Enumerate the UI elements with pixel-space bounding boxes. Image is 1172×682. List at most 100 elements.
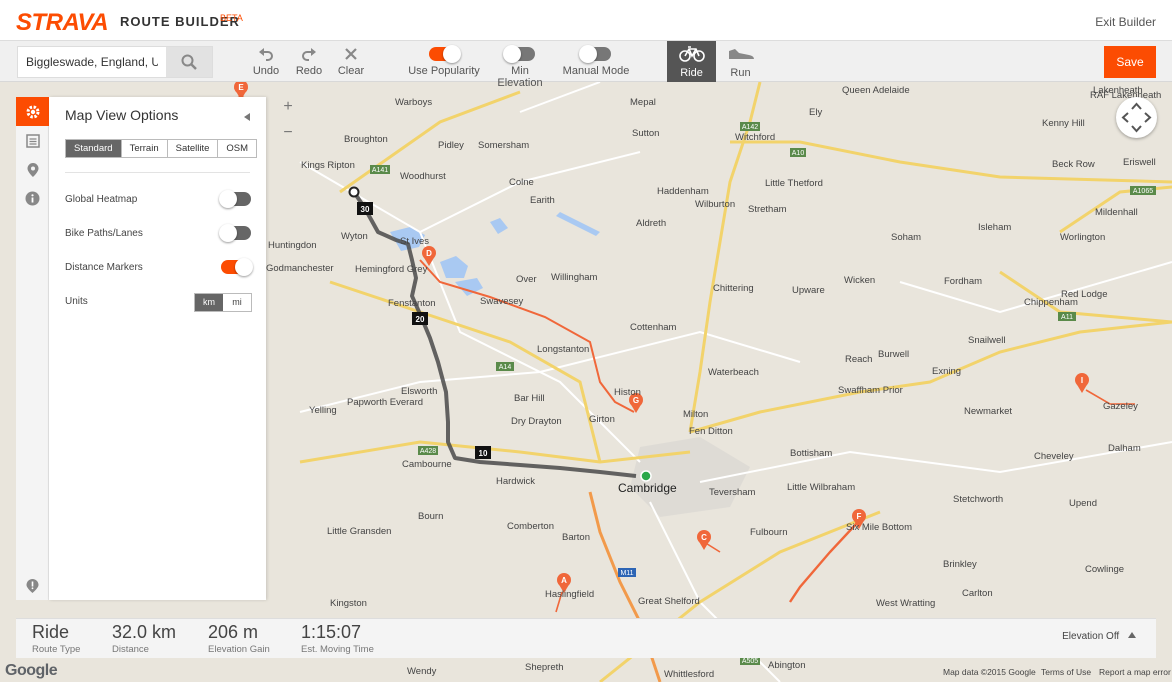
stat-route-type: Ride Route Type	[32, 622, 80, 655]
exit-builder-link[interactable]: Exit Builder	[1095, 15, 1156, 29]
bike-paths-label: Bike Paths/Lanes	[65, 228, 143, 239]
location-pin-icon	[27, 162, 38, 177]
toolbar: Undo Redo Clear Use Popularity Min Eleva…	[0, 41, 1172, 89]
segments-tab[interactable]	[16, 155, 49, 184]
road-label-a11: A11	[1058, 312, 1076, 321]
save-button[interactable]: Save	[1104, 46, 1156, 78]
unit-km[interactable]: km	[195, 294, 223, 311]
report-issue-button[interactable]	[16, 571, 49, 600]
ride-mode-button[interactable]: Ride	[667, 41, 716, 82]
place-label: Cowlinge	[1085, 564, 1125, 575]
place-label: Hemingford Grey	[355, 264, 428, 275]
elevation-toggle-button[interactable]: Elevation Off	[1062, 631, 1136, 642]
place-label: Snailwell	[968, 335, 1006, 346]
place-label: Fen Ditton	[689, 426, 733, 437]
units-selector: km mi	[194, 293, 252, 312]
unit-mi[interactable]: mi	[223, 294, 251, 311]
search-input[interactable]	[18, 47, 166, 77]
map-type-standard[interactable]: Standard	[66, 140, 121, 157]
place-label: Upend	[1069, 498, 1097, 509]
divider	[65, 172, 250, 173]
bike-paths-toggle[interactable]	[219, 224, 251, 242]
list-icon	[25, 133, 40, 148]
city-label: Cambridge	[618, 481, 677, 495]
place-label: Comberton	[507, 521, 554, 532]
run-mode-button[interactable]: Run	[716, 41, 765, 82]
map-type-satellite[interactable]: Satellite	[166, 140, 218, 157]
road-label-m11: M11	[618, 568, 636, 577]
distance-marker-10: 10	[475, 446, 491, 459]
place-label: Kings Ripton	[301, 160, 355, 171]
global-heatmap-toggle[interactable]	[219, 190, 251, 208]
svg-text:A428: A428	[420, 448, 436, 455]
place-label: Little Wilbraham	[787, 482, 856, 493]
svg-text:A: A	[561, 576, 567, 585]
place-label: Papworth Everard	[347, 397, 424, 408]
place-label: Wilburton	[695, 199, 736, 210]
search-icon	[181, 54, 197, 70]
route-stats-bar: Ride Route Type 32.0 km Distance 206 m E…	[16, 618, 1156, 658]
map-view-options-panel: Map View Options Standard Terrain Satell…	[49, 97, 266, 600]
place-label: Wendy	[407, 666, 437, 677]
place-label: Gazeley	[1103, 401, 1138, 412]
map-type-terrain[interactable]: Terrain	[120, 140, 167, 157]
distance-markers-toggle[interactable]	[221, 258, 253, 276]
distance-value: 32.0 km	[112, 622, 177, 642]
place-label: Swavesey	[480, 296, 524, 307]
collapse-panel-icon[interactable]	[244, 113, 250, 121]
place-label: Little Thetford	[765, 178, 823, 189]
redo-icon	[302, 48, 316, 61]
redo-button[interactable]: Redo	[295, 43, 323, 77]
clear-button[interactable]: Clear	[337, 43, 365, 77]
place-label: Colne	[509, 177, 534, 188]
place-label: Longstanton	[537, 344, 590, 355]
place-label: Soham	[891, 232, 922, 243]
manual-mode-toggle[interactable]	[579, 45, 611, 63]
search-button[interactable]	[166, 47, 212, 77]
distance-marker-30: 30	[357, 202, 373, 215]
map-options-tab[interactable]	[16, 97, 49, 126]
place-label: Girton	[589, 414, 615, 425]
place-label: Newmarket	[964, 406, 1013, 417]
terms-link[interactable]: Terms of Use	[1041, 667, 1091, 677]
use-popularity-toggle[interactable]	[429, 45, 461, 63]
map-pin-d[interactable]: D	[422, 246, 436, 266]
place-label: Haddenham	[657, 186, 709, 197]
place-label: Kenny Hill	[1042, 118, 1085, 129]
place-label: West Wratting	[876, 598, 936, 609]
route-list-tab[interactable]	[16, 126, 49, 155]
undo-icon	[259, 48, 273, 61]
pan-arrows-icon	[1121, 102, 1152, 133]
report-map-error-link[interactable]: Report a map error	[1099, 667, 1171, 677]
undo-button[interactable]: Undo	[252, 43, 280, 77]
place-label: Cheveley	[1034, 451, 1074, 462]
info-tab[interactable]	[16, 184, 49, 213]
place-label: Broughton	[344, 134, 388, 145]
place-label: Dry Drayton	[511, 416, 562, 427]
pan-control[interactable]	[1116, 97, 1157, 138]
place-label: Wyton	[341, 231, 368, 242]
svg-text:A505: A505	[742, 658, 758, 665]
place-label: Witchford	[735, 132, 776, 143]
place-label: Abington	[768, 660, 806, 671]
place-label: Isleham	[978, 222, 1012, 233]
map-pin-c[interactable]: C	[697, 530, 711, 550]
svg-text:E: E	[238, 83, 244, 92]
place-label: Reach	[845, 354, 873, 365]
svg-text:A141: A141	[372, 167, 388, 174]
moving-time-value: 1:15:07	[301, 622, 362, 642]
zoom-in-button[interactable]: +	[276, 98, 300, 124]
svg-text:20: 20	[416, 315, 425, 324]
strava-logo[interactable]: STRAVA	[16, 9, 109, 37]
road-label-a141: A141	[370, 165, 390, 174]
manual-mode-control: Manual Mode	[562, 43, 630, 77]
place-label: Fenstanton	[388, 298, 436, 309]
place-label: Swaffham Prior	[838, 385, 903, 396]
min-elevation-toggle[interactable]	[503, 45, 535, 63]
svg-text:I: I	[1081, 376, 1083, 385]
map-type-osm[interactable]: OSM	[217, 140, 256, 157]
place-label: Haslingfield	[545, 589, 595, 600]
place-label: Sutton	[632, 128, 660, 139]
place-label: Yelling	[309, 405, 337, 416]
zoom-out-button[interactable]: −	[276, 124, 300, 150]
